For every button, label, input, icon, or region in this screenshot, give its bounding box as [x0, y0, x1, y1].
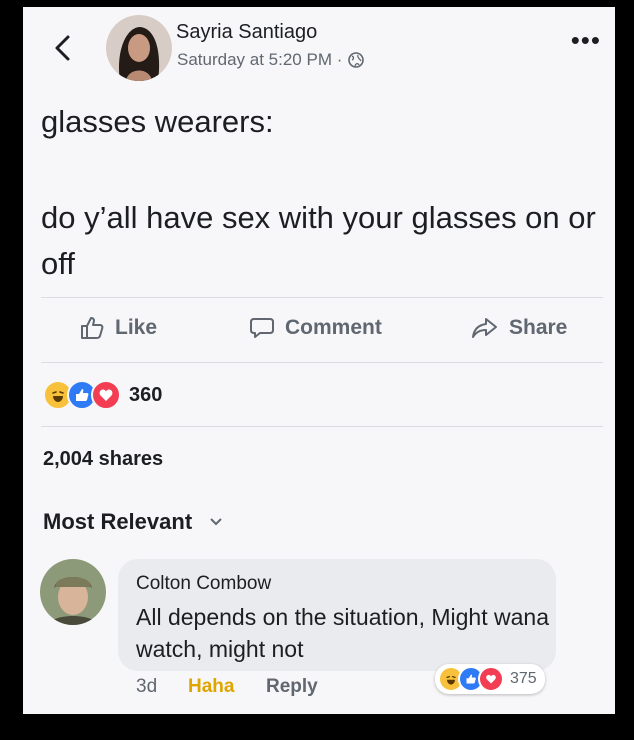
love-icon [91, 380, 121, 410]
chevron-down-icon [210, 518, 222, 526]
comment-haha-reaction[interactable]: Haha [188, 676, 234, 698]
comment-reaction-summary[interactable]: 375 [435, 664, 545, 694]
reaction-count: 360 [129, 383, 163, 406]
divider [41, 362, 603, 363]
divider [41, 426, 603, 427]
like-label: Like [115, 316, 158, 339]
commenter-avatar[interactable] [40, 559, 106, 625]
comment-icon [250, 318, 274, 338]
post-text-line2: do y’all have sex with your glasses on o… [41, 200, 596, 281]
like-button[interactable]: Like [79, 315, 157, 341]
thumbs-up-icon [81, 317, 104, 339]
author-avatar[interactable] [106, 15, 172, 81]
divider [41, 297, 603, 298]
shares-count[interactable]: 2,004 shares [43, 448, 163, 471]
comment-button[interactable]: Comment [249, 315, 382, 341]
share-button[interactable]: Share [471, 315, 567, 341]
share-arrow-icon [472, 318, 497, 338]
comment-age[interactable]: 3d [136, 676, 157, 698]
comment-reaction-count: 375 [510, 670, 537, 687]
author-name[interactable]: Sayria Santiago [176, 21, 317, 44]
reaction-summary[interactable]: 360 [43, 380, 162, 410]
sort-label: Most Relevant [43, 509, 193, 534]
comment-text: All depends on the situation, Might wana… [136, 604, 549, 662]
back-arrow-icon[interactable] [51, 34, 75, 62]
share-label: Share [509, 316, 568, 339]
comment-label: Comment [285, 316, 382, 339]
post-text-line1: glasses wearers: [41, 104, 274, 139]
globe-icon [348, 52, 365, 68]
love-icon [478, 666, 504, 692]
post-timestamp[interactable]: Saturday at 5:20 PM · [177, 50, 365, 70]
comment-sort-dropdown[interactable]: Most Relevant [43, 509, 222, 535]
timestamp-text: Saturday at 5:20 PM · [177, 50, 343, 69]
post-actions-bar: Like Comment Share [23, 307, 615, 355]
post-card: Sayria Santiago Saturday at 5:20 PM · ••… [23, 7, 615, 714]
more-options-icon[interactable]: ••• [571, 27, 601, 53]
comment-bubble: Colton Combow All depends on the situati… [118, 559, 556, 671]
commenter-name[interactable]: Colton Combow [136, 573, 271, 595]
reply-button[interactable]: Reply [266, 676, 318, 698]
